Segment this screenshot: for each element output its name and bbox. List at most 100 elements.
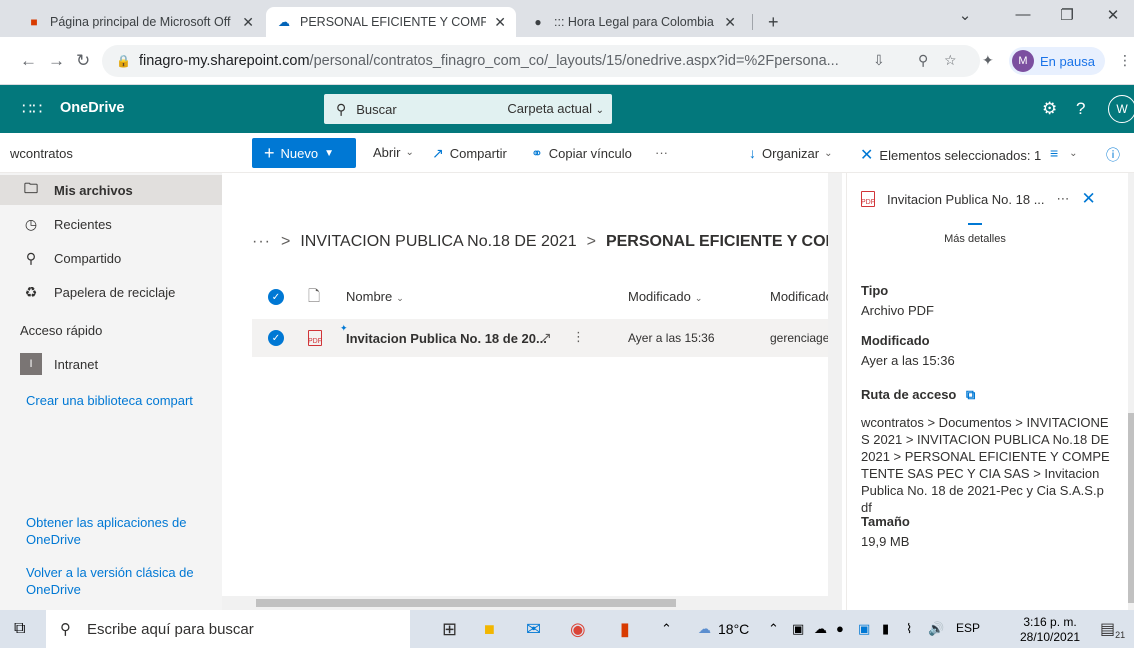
get-apps-link[interactable]: Obtener las aplicaciones de OneDrive bbox=[26, 514, 212, 548]
browser-tab-strip: ■ Página principal de Microsoft Off ✕ ☁ … bbox=[0, 0, 1134, 37]
clock[interactable]: 3:16 p. m. 28/10/2021 bbox=[1020, 615, 1080, 645]
nav-item-recent[interactable]: ◷ Recientes bbox=[0, 209, 222, 239]
tray-app-icon[interactable]: ▣ bbox=[792, 621, 804, 637]
close-tab-icon[interactable]: ✕ bbox=[494, 14, 506, 31]
close-window-icon[interactable]: ✕ bbox=[1098, 6, 1128, 24]
app-title[interactable]: OneDrive bbox=[60, 100, 124, 116]
back-icon[interactable]: ← bbox=[20, 51, 37, 71]
view-options-button[interactable]: ≡ ⌄ bbox=[1050, 145, 1078, 161]
more-details-link[interactable]: Más detalles bbox=[847, 223, 1103, 245]
close-pane-icon[interactable]: ✕ bbox=[1082, 189, 1096, 209]
search-scope-dropdown[interactable]: Carpeta actual ⌄ bbox=[507, 101, 604, 116]
column-header-label: Nombre bbox=[346, 289, 393, 304]
notification-center-icon[interactable]: ▤21 bbox=[1100, 619, 1125, 640]
table-row[interactable]: ✓ PDF ✦ Invitacion Publica No. 18 de 20.… bbox=[252, 319, 828, 357]
share-icon[interactable]: ↗ bbox=[540, 329, 552, 346]
mail-icon[interactable]: ✉ bbox=[526, 619, 541, 640]
address-bar[interactable]: 🔒 finagro-my.sharepoint.com /personal/co… bbox=[102, 45, 980, 77]
battery-icon[interactable]: ▮ bbox=[882, 621, 889, 637]
search-box[interactable]: ⚲ Buscar Carpeta actual ⌄ bbox=[324, 94, 612, 124]
extensions-puzzle-icon[interactable]: ✦ bbox=[982, 52, 994, 69]
meet-now-icon[interactable]: ▣ bbox=[858, 621, 870, 637]
onedrive-cloud-icon: ☁ bbox=[278, 15, 290, 29]
wifi-icon[interactable]: ⌇ bbox=[906, 621, 912, 637]
horizontal-scrollbar[interactable] bbox=[222, 596, 828, 610]
sort-button[interactable]: ↓ Organizar ⌄ bbox=[749, 145, 832, 161]
classic-view-link[interactable]: Volver a la versión clásica de OneDrive bbox=[26, 564, 212, 598]
browser-tab-onedrive[interactable]: ☁ PERSONAL EFICIENTE Y COMPET ✕ bbox=[266, 7, 516, 37]
scrollbar-thumb[interactable] bbox=[256, 599, 676, 607]
reload-icon[interactable]: ↻ bbox=[76, 51, 90, 71]
copy-link-button[interactable]: ⚭ Copiar vínculo bbox=[531, 145, 632, 162]
type-value: Archivo PDF bbox=[861, 303, 934, 318]
nav-item-intranet[interactable]: I Intranet bbox=[0, 349, 222, 379]
office-icon[interactable]: ▮ bbox=[620, 619, 630, 640]
app-launcher-icon[interactable]: ∷∷ bbox=[22, 99, 42, 119]
column-header-name[interactable]: Nombre ⌄ bbox=[346, 289, 404, 304]
file-name-link[interactable]: Invitacion Publica No. 18 de 20... bbox=[346, 331, 546, 346]
settings-gear-icon[interactable]: ⚙ bbox=[1042, 99, 1057, 119]
new-button[interactable]: + Nuevo ▼ bbox=[252, 138, 356, 168]
recycle-bin-icon: ♻ bbox=[24, 283, 38, 300]
weather-temperature[interactable]: 18°C bbox=[718, 621, 749, 637]
new-tab-button[interactable]: + bbox=[758, 7, 794, 37]
list-header: ✓ 🗋 Nombre ⌄ Modificado ⌄ Modificado bbox=[252, 283, 828, 311]
nav-item-recycle-bin[interactable]: ♻ Papelera de reciclaje bbox=[0, 277, 222, 307]
volume-icon[interactable]: 🔊 bbox=[928, 621, 944, 637]
more-options-icon[interactable]: ⋯ bbox=[1057, 191, 1070, 207]
more-commands-button[interactable]: ··· bbox=[655, 145, 668, 160]
task-view-icon[interactable]: ⊞ bbox=[442, 619, 457, 640]
sort-label: Organizar bbox=[762, 145, 820, 161]
info-pane-button[interactable]: ⓘ bbox=[1106, 145, 1126, 165]
more-actions-icon[interactable]: ⋮ bbox=[572, 329, 585, 345]
url-path: /personal/contratos_finagro_com_co/_layo… bbox=[309, 53, 839, 69]
bookmark-star-icon[interactable]: ☆ bbox=[944, 52, 957, 69]
vertical-scrollbar[interactable] bbox=[828, 173, 842, 610]
select-all-checkbox[interactable]: ✓ bbox=[268, 289, 284, 305]
column-header-modified-by[interactable]: Modificado bbox=[770, 289, 828, 304]
taskbar-search-input[interactable]: Escribe aquí para buscar bbox=[87, 621, 254, 638]
copy-path-icon[interactable]: ⧉ bbox=[966, 387, 975, 402]
breadcrumb-parent[interactable]: INVITACION PUBLICA No.18 DE 2021 bbox=[300, 233, 576, 251]
microphone-icon[interactable]: ● bbox=[836, 621, 844, 636]
close-tab-icon[interactable]: ✕ bbox=[724, 14, 736, 31]
chevron-up-icon[interactable]: ⌃ bbox=[768, 621, 779, 637]
clock-icon: ◷ bbox=[24, 215, 38, 232]
details-scrollbar[interactable] bbox=[1128, 173, 1134, 610]
zoom-icon[interactable]: ⚲ bbox=[918, 52, 928, 69]
show-hidden-icons-icon[interactable]: ⌃ bbox=[661, 621, 672, 637]
file-explorer-icon[interactable]: ■ bbox=[484, 619, 495, 640]
user-avatar[interactable]: W bbox=[1108, 95, 1134, 123]
close-tab-icon[interactable]: ✕ bbox=[242, 14, 254, 31]
chevron-down-icon: ⌄ bbox=[595, 105, 604, 116]
help-icon[interactable]: ? bbox=[1076, 99, 1085, 119]
restore-icon[interactable]: ❐ bbox=[1052, 6, 1082, 24]
search-input[interactable]: Buscar bbox=[356, 102, 396, 117]
quick-access-heading: Acceso rápido bbox=[20, 323, 103, 338]
input-language[interactable]: ESP bbox=[956, 621, 980, 635]
nav-item-shared[interactable]: ⚲ Compartido bbox=[0, 243, 222, 273]
lock-icon[interactable]: 🔒 bbox=[116, 54, 131, 68]
windows-start-icon[interactable]: ⧉ bbox=[14, 620, 25, 638]
tab-search-icon[interactable]: ⌄ bbox=[950, 6, 980, 24]
onedrive-tray-icon[interactable]: ☁ bbox=[814, 621, 827, 637]
forward-icon[interactable]: → bbox=[48, 51, 65, 71]
install-app-icon[interactable]: ⇩ bbox=[873, 52, 885, 69]
breadcrumb-overflow[interactable]: ··· bbox=[252, 233, 271, 251]
scrollbar-thumb[interactable] bbox=[1128, 413, 1134, 603]
share-button[interactable]: ↗ Compartir bbox=[432, 145, 507, 162]
column-header-modified[interactable]: Modificado ⌄ bbox=[628, 289, 702, 304]
create-library-link[interactable]: Crear una biblioteca compart bbox=[26, 393, 222, 408]
browser-menu-icon[interactable]: ⋮ bbox=[1118, 52, 1132, 69]
minimize-icon[interactable]: — bbox=[1008, 6, 1038, 23]
taskbar-search-box[interactable]: ⚲ Escribe aquí para buscar bbox=[46, 610, 410, 648]
clear-selection-button[interactable]: ✕ Elementos seleccionados: 1 bbox=[860, 145, 1041, 165]
browser-tab-office[interactable]: ■ Página principal de Microsoft Off ✕ bbox=[16, 7, 264, 37]
chrome-icon[interactable]: ◉ bbox=[570, 619, 586, 640]
nav-item-my-files[interactable]: 🗀 Mis archivos bbox=[0, 175, 222, 205]
browser-tab-hora-legal[interactable]: ● ::: Hora Legal para Colombia ::: ✕ bbox=[520, 7, 746, 37]
folder-icon: 🗀 bbox=[24, 180, 38, 196]
row-checkbox[interactable]: ✓ bbox=[268, 330, 284, 346]
profile-button[interactable]: M En pausa bbox=[1009, 47, 1105, 75]
open-button[interactable]: Abrir ⌄ bbox=[373, 145, 414, 160]
